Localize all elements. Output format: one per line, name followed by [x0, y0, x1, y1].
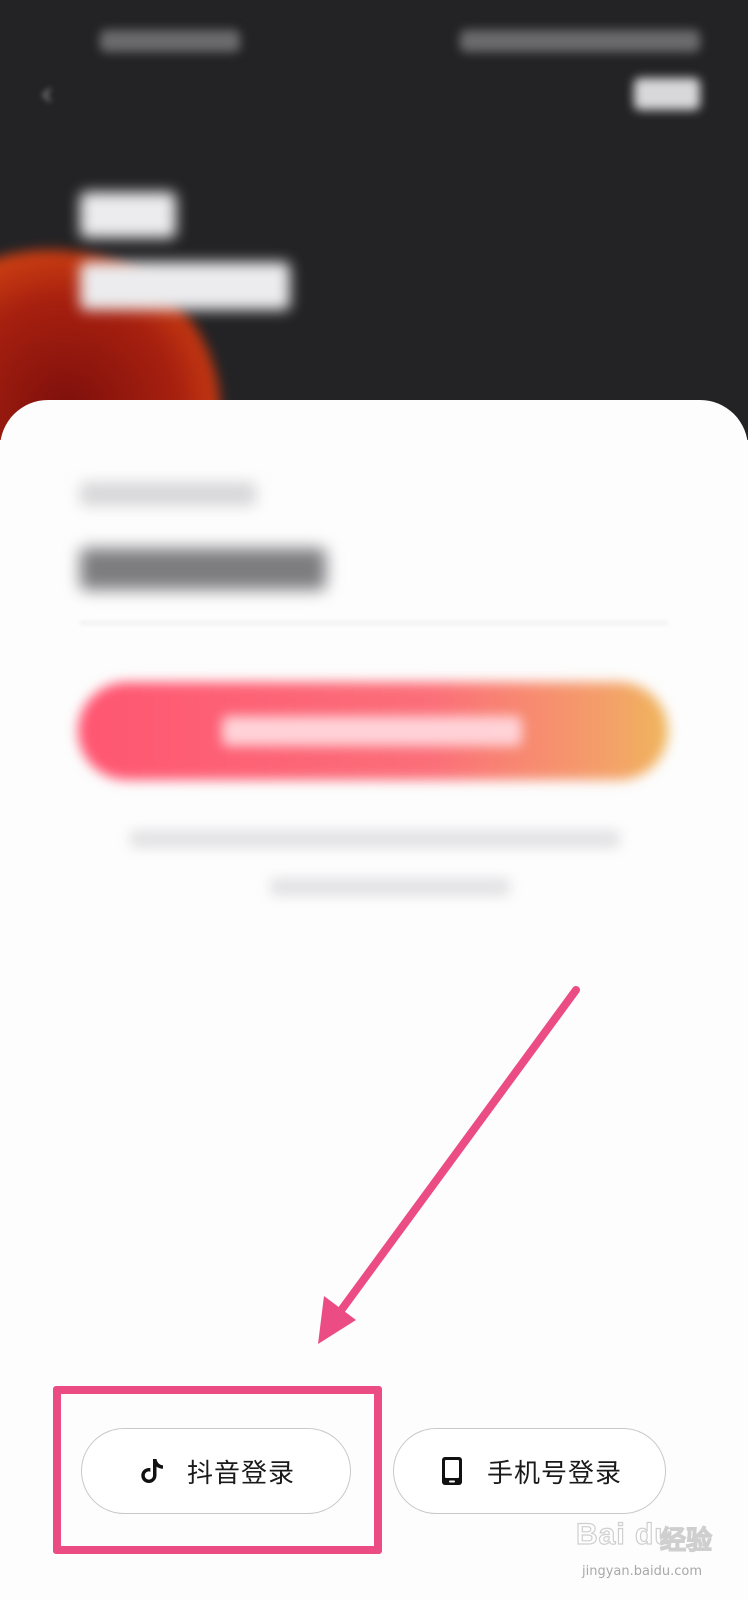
masked-phone-number-blurred [80, 548, 326, 590]
agreement-text-line-1-blurred [130, 830, 620, 848]
greeting-subtitle-blurred [80, 262, 290, 310]
greeting-title-blurred [80, 192, 176, 238]
phone-field-divider [80, 622, 668, 624]
header-area: ‹ [0, 0, 748, 440]
douyin-logo-icon [137, 1456, 167, 1486]
phone-login-label: 手机号登录 [486, 1458, 622, 1489]
phone-hint-blurred [80, 482, 256, 506]
baidu-jingyan-watermark: Bai du 经验 jingyan.baidu.com [572, 1512, 712, 1584]
watermark-url: jingyan.baidu.com [582, 1564, 702, 1579]
header-right-action-blurred[interactable] [634, 78, 700, 110]
douyin-login-label: 抖音登录 [186, 1458, 295, 1489]
status-bar [0, 20, 748, 64]
smartphone-icon [437, 1456, 467, 1486]
status-bar-left-blurred [100, 30, 240, 52]
douyin-login-button[interactable]: 抖音登录 [81, 1428, 351, 1514]
one-tap-login-label-blurred [222, 716, 522, 746]
login-sheet [0, 400, 748, 1600]
status-bar-right-blurred [460, 30, 700, 52]
phone-login-button[interactable]: 手机号登录 [393, 1428, 666, 1514]
back-arrow-icon[interactable]: ‹ [40, 74, 80, 114]
watermark-brand: 经验 [659, 1525, 713, 1556]
agreement-text-line-2-blurred [270, 878, 510, 896]
